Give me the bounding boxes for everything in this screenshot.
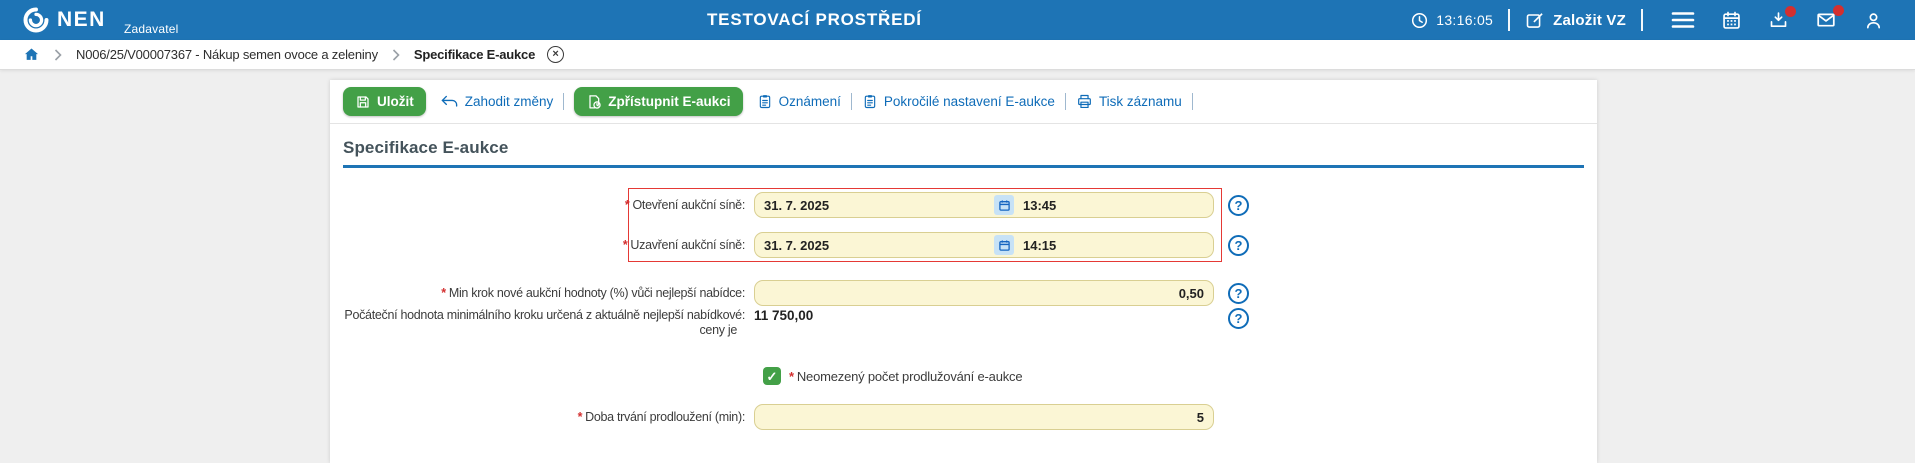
record-toolbar: Uložit Zahodit změny Zpřístupnit E-aukci xyxy=(330,80,1597,124)
required-asterisk: * xyxy=(441,286,446,300)
form-row-min-step: * Min krok nové aukční hodnoty (%) vůči … xyxy=(343,280,1584,306)
clipboard-icon xyxy=(759,95,770,109)
brand-name: NEN xyxy=(57,8,106,31)
heading-underline xyxy=(343,165,1584,168)
notifications-button[interactable]: Oznámení xyxy=(757,93,841,110)
save-icon xyxy=(357,95,369,108)
eauction-form: * Otevření aukční síně: 31. 7. 2025 13:4… xyxy=(343,171,1584,463)
open-auction-button[interactable]: Zpřístupnit E-aukci xyxy=(574,87,743,116)
initial-step-value: 11 750,00 xyxy=(754,308,814,323)
printer-icon xyxy=(1078,94,1091,109)
calendar-picker-icon[interactable] xyxy=(994,235,1014,255)
downloads-button[interactable] xyxy=(1768,5,1796,31)
toolbar-divider xyxy=(1191,93,1193,110)
help-icon[interactable]: ? xyxy=(1228,194,1249,216)
unlimited-extensions-checkbox[interactable]: ✓ xyxy=(763,367,781,385)
close-room-label: * Uzavření aukční síně: xyxy=(622,238,745,252)
toolbar-divider xyxy=(563,93,565,110)
chevron-right-icon xyxy=(54,48,62,61)
close-room-date-value[interactable]: 31. 7. 2025 xyxy=(764,238,994,253)
notifications-label: Oznámení xyxy=(778,94,841,109)
clock-icon xyxy=(1412,12,1428,28)
required-asterisk: * xyxy=(577,410,583,424)
breadcrumb-item-contract[interactable]: N006/25/V00007367 - Nákup semen ovoce a … xyxy=(76,47,378,62)
form-row-close-room: * Uzavření aukční síně: 31. 7. 2025 14:1… xyxy=(343,232,1584,258)
open-room-label: * Otevření aukční síně: xyxy=(624,198,745,212)
brand[interactable]: NEN Zadavatel xyxy=(22,0,178,40)
advanced-settings-label: Pokročilé nastavení E-aukce xyxy=(883,94,1055,109)
breadcrumb: N006/25/V00007367 - Nákup semen ovoce a … xyxy=(0,40,1915,70)
close-tab-icon[interactable]: × xyxy=(547,46,565,63)
clock-time: 13:16:05 xyxy=(1436,12,1494,28)
min-step-input[interactable] xyxy=(754,280,1214,306)
notification-badge xyxy=(1785,5,1796,17)
calendar-icon xyxy=(1723,11,1740,29)
advanced-settings-button[interactable]: Pokročilé nastavení E-aukce xyxy=(862,93,1055,110)
menu-button[interactable] xyxy=(1671,11,1695,29)
toolbar-divider xyxy=(1064,93,1066,110)
topbar: NEN Zadavatel TESTOVACÍ PROSTŘEDÍ 13:16:… xyxy=(0,0,1915,40)
print-record-label: Tisk záznamu xyxy=(1098,94,1182,109)
profile-button[interactable] xyxy=(1863,10,1884,31)
document-clock-icon xyxy=(589,94,601,109)
required-asterisk: * xyxy=(789,368,794,384)
discard-changes-label: Zahodit změny xyxy=(464,94,554,109)
unlimited-extensions-label: * Neomezený počet prodlužování e-aukce xyxy=(789,368,1023,384)
save-button[interactable]: Uložit xyxy=(343,87,426,116)
notification-badge xyxy=(1833,5,1844,16)
open-room-time-value[interactable]: 13:45 xyxy=(1023,198,1056,213)
print-record-button[interactable]: Tisk záznamu xyxy=(1076,93,1182,110)
create-vz-label: Založit VZ xyxy=(1553,11,1626,29)
home-icon[interactable] xyxy=(23,46,40,63)
close-room-time-value[interactable]: 14:15 xyxy=(1023,238,1056,253)
discard-changes-button[interactable]: Zahodit změny xyxy=(440,94,554,110)
nen-logo-icon xyxy=(23,7,49,33)
undo-icon xyxy=(441,95,458,107)
calendar-button[interactable] xyxy=(1721,10,1742,31)
help-icon[interactable]: ? xyxy=(1228,282,1249,304)
form-row-extension-duration: * Doba trvání prodloužení (min): xyxy=(343,404,1584,430)
chevron-right-icon xyxy=(392,48,400,61)
open-room-datetime-field[interactable]: 31. 7. 2025 13:45 xyxy=(754,192,1214,218)
initial-step-label: Počáteční hodnota minimálního kroku urče… xyxy=(344,308,745,337)
form-row-unlimited-extensions: ✓ * Neomezený počet prodlužování e-aukce xyxy=(343,366,1584,386)
compose-icon xyxy=(1526,13,1543,28)
toolbar-divider xyxy=(850,93,852,110)
form-row-open-room: * Otevření aukční síně: 31. 7. 2025 13:4… xyxy=(343,192,1584,218)
hamburger-icon xyxy=(1671,12,1695,28)
extension-duration-input[interactable] xyxy=(754,404,1214,430)
topbar-divider xyxy=(1641,9,1643,31)
save-label: Uložit xyxy=(377,94,414,109)
calendar-picker-icon[interactable] xyxy=(994,195,1014,215)
required-asterisk: * xyxy=(622,238,628,252)
form-row-initial-step: Počáteční hodnota minimálního kroku urče… xyxy=(343,308,1584,337)
messages-button[interactable] xyxy=(1815,5,1844,31)
content-card: Uložit Zahodit změny Zpřístupnit E-aukci xyxy=(330,80,1597,463)
create-vz-button[interactable]: Založit VZ xyxy=(1525,10,1626,30)
breadcrumb-item-current[interactable]: Specifikace E-aukce xyxy=(414,47,535,62)
open-auction-label: Zpřístupnit E-aukci xyxy=(608,94,731,109)
close-room-datetime-field[interactable]: 31. 7. 2025 14:15 xyxy=(754,232,1214,258)
brand-role: Zadavatel xyxy=(124,22,179,36)
help-icon[interactable]: ? xyxy=(1228,308,1249,329)
screen: NEN Zadavatel TESTOVACÍ PROSTŘEDÍ 13:16:… xyxy=(0,0,1915,463)
environment-title: TESTOVACÍ PROSTŘEDÍ xyxy=(707,10,922,29)
person-icon xyxy=(1866,12,1881,29)
min-step-label: * Min krok nové aukční hodnoty (%) vůči … xyxy=(441,286,745,300)
open-room-date-value[interactable]: 31. 7. 2025 xyxy=(764,198,994,213)
topbar-actions: 13:16:05 Založit VZ xyxy=(1410,0,1897,40)
clipboard-icon xyxy=(864,95,876,109)
extension-duration-label: * Doba trvání prodloužení (min): xyxy=(577,410,746,424)
check-icon: ✓ xyxy=(766,368,778,384)
required-asterisk: * xyxy=(624,198,630,212)
section-heading: Specifikace E-aukce xyxy=(343,124,1584,168)
help-icon[interactable]: ? xyxy=(1228,234,1249,256)
topbar-divider xyxy=(1508,9,1511,31)
page-title: Specifikace E-aukce xyxy=(343,138,509,157)
